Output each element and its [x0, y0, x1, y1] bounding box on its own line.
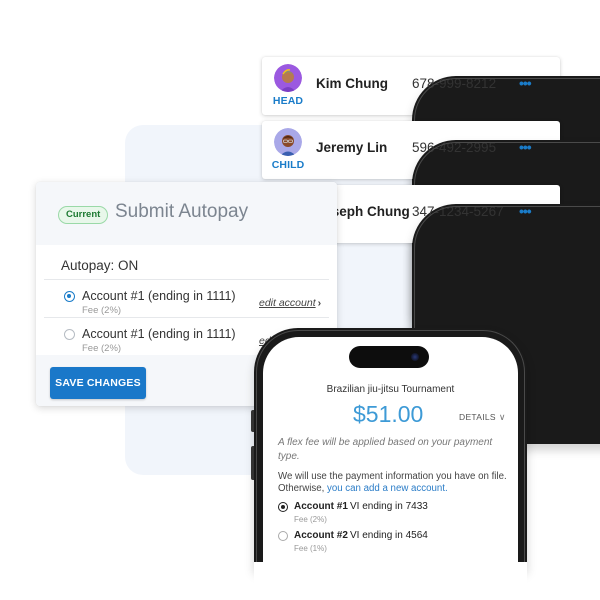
edit-account-label: edit account — [259, 297, 316, 309]
phone-crop-mask — [254, 562, 527, 600]
save-changes-button[interactable]: SAVE CHANGES — [50, 367, 146, 399]
chevron-right-icon: › — [317, 297, 322, 309]
details-toggle[interactable]: DETAILS ∨ — [459, 412, 506, 423]
payment-account-detail: VI ending in 4564 — [350, 530, 428, 541]
phone-side-button — [251, 410, 254, 432]
event-title: Brazilian jiu-jitsu Tournament — [326, 384, 455, 395]
edit-account-link[interactable]: edit account› — [259, 297, 321, 309]
payment-account-option[interactable]: Account #2 VI ending in 4564 Fee (1%) — [278, 529, 508, 557]
account-radio[interactable] — [64, 291, 75, 302]
more-horizontal-icon[interactable]: ••• — [519, 139, 532, 155]
autopay-title: Submit Autopay — [115, 201, 249, 222]
payment-account-name: Account #1 — [294, 501, 348, 512]
chevron-down-icon: ∨ — [498, 412, 506, 422]
payment-account-name: Account #2 — [294, 530, 348, 541]
divider — [44, 279, 329, 280]
phone-screen: Brazilian jiu-jitsu Tournament $51.00 DE… — [263, 337, 518, 568]
member-card[interactable]: CHILD Jeremy Lin 596-492-2995 ••• — [262, 121, 600, 380]
member-card[interactable]: HEAD Kim Chung 678-999-8212 ••• — [262, 57, 600, 316]
payment-account-detail: VI ending in 7433 — [350, 501, 428, 512]
divider — [44, 317, 329, 318]
payment-account-radio[interactable] — [278, 502, 288, 512]
autopay-status: Autopay: ON — [61, 258, 139, 273]
details-label: DETAILS — [459, 412, 496, 422]
camera-icon — [411, 353, 419, 361]
member-name: Kim Chung — [316, 76, 388, 91]
member-role: HEAD — [272, 95, 304, 107]
account-fee: Fee (2%) — [82, 343, 122, 354]
account-label: Account #1 (ending in 1111) — [82, 327, 236, 341]
avatar — [274, 64, 302, 92]
more-horizontal-icon[interactable]: ••• — [519, 75, 532, 91]
member-name: Jeremy Lin — [316, 140, 388, 155]
autopay-header: Current Submit Autopay — [36, 182, 337, 245]
more-horizontal-icon[interactable]: ••• — [519, 203, 532, 219]
payment-account-radio[interactable] — [278, 531, 288, 541]
payment-account-fee: Fee (2%) — [294, 515, 327, 524]
dynamic-island — [349, 346, 429, 368]
member-role: CHILD — [271, 159, 305, 171]
payment-account-fee: Fee (1%) — [294, 544, 327, 553]
account-label: Account #1 (ending in 1111) — [82, 289, 236, 303]
add-account-link[interactable]: you can add a new account. — [327, 483, 448, 494]
phone-mockup: Brazilian jiu-jitsu Tournament $51.00 DE… — [251, 328, 527, 568]
account-radio[interactable] — [64, 329, 75, 340]
payment-amount: $51.00 — [353, 401, 424, 427]
flex-fee-note: A flex fee will be applied based on your… — [278, 437, 493, 462]
status-badge: Current — [58, 206, 109, 224]
payment-info-text: We will use the payment information you … — [278, 471, 518, 495]
avatar — [274, 128, 302, 156]
payment-account-option[interactable]: Account #1 VI ending in 7433 Fee (2%) — [278, 500, 508, 528]
account-fee: Fee (2%) — [82, 305, 122, 316]
phone-side-button — [251, 446, 254, 480]
